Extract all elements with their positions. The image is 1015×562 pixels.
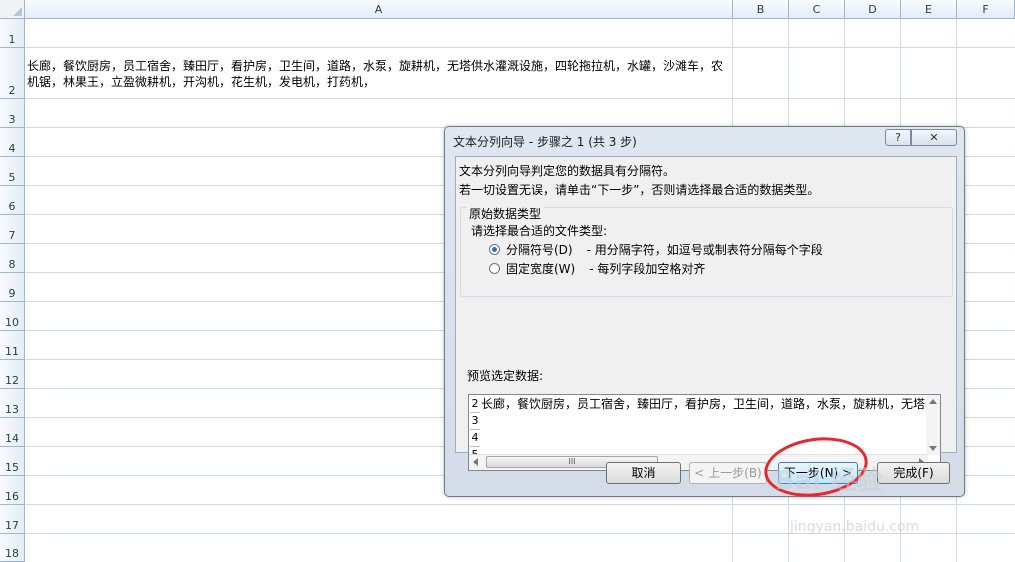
scroll-up-icon[interactable] xyxy=(929,399,937,404)
cancel-button[interactable]: 取消 xyxy=(606,462,681,484)
baidu-watermark-url: jingyan.baidu.com xyxy=(790,519,920,535)
description-line-1: 文本分列向导判定您的数据具有分隔符。 xyxy=(459,164,676,178)
column-header-f[interactable]: F xyxy=(957,0,1015,19)
grid-line xyxy=(25,504,1015,505)
preview-row-number: 3 xyxy=(470,413,480,430)
baidu-watermark-logo: Bai 经验 xyxy=(775,466,883,496)
row-header-17[interactable]: 17 xyxy=(0,505,25,534)
data-type-group: 原始数据类型 请选择最合适的文件类型: 分隔符号(D) - 用分隔字符，如逗号或… xyxy=(460,205,953,297)
row-header-2[interactable]: 2 xyxy=(0,48,25,99)
preview-text: 长廊，餐饮厨房，员工宿舍，臻田厅，看护房，卫生间，道路，水泵，旋耕机，无塔 xyxy=(481,397,926,411)
radio-selected-icon[interactable] xyxy=(489,243,500,255)
scroll-left-icon[interactable] xyxy=(473,458,478,466)
option-delimited-label: 分隔符号(D) xyxy=(506,242,573,257)
dialog-title: 文本分列向导 - 步骤之 1 (共 3 步) xyxy=(453,135,637,149)
row-header-1[interactable]: 1 xyxy=(0,19,25,48)
finish-button[interactable]: 完成(F) xyxy=(877,462,950,484)
preview-row-number: 2 xyxy=(470,396,480,413)
row-header-4[interactable]: 4 xyxy=(0,128,25,157)
row-header-15[interactable]: 15 xyxy=(0,447,25,476)
column-header-d[interactable]: D xyxy=(845,0,901,19)
back-button[interactable]: < 上一步(B) xyxy=(689,462,767,484)
row-header-11[interactable]: 11 xyxy=(0,331,25,360)
row-header-12[interactable]: 12 xyxy=(0,360,25,389)
text-to-columns-dialog: 文本分列向导 - 步骤之 1 (共 3 步) ? ✕ 文本分列向导判定您的数据具… xyxy=(444,126,965,497)
column-header-c[interactable]: C xyxy=(789,0,845,19)
vertical-scrollbar[interactable] xyxy=(926,395,940,455)
scroll-down-icon[interactable] xyxy=(929,446,937,451)
group-subtitle: 请选择最合适的文件类型: xyxy=(471,224,608,238)
column-header-e[interactable]: E xyxy=(901,0,957,19)
option-delimited-description: - 用分隔字符，如逗号或制表符分隔每个字段 xyxy=(586,242,823,257)
option-delimited[interactable]: 分隔符号(D) - 用分隔字符，如逗号或制表符分隔每个字段 xyxy=(489,241,823,257)
row-header-18[interactable]: 18 xyxy=(0,534,25,562)
row-header-7[interactable]: 7 xyxy=(0,215,25,244)
radio-unselected-icon[interactable] xyxy=(489,262,500,274)
dialog-body: 文本分列向导判定您的数据具有分隔符。 若一切设置无误，请单击“下一步”，否则请选… xyxy=(455,156,957,471)
preview-label: 预览选定数据: xyxy=(467,369,544,383)
option-fixed-width-label: 固定宽度(W) xyxy=(506,261,576,276)
group-title: 原始数据类型 xyxy=(466,205,545,222)
option-fixed-width[interactable]: 固定宽度(W) - 每列字段加空格对齐 xyxy=(489,260,705,276)
row-header-14[interactable]: 14 xyxy=(0,418,25,447)
grid-line xyxy=(25,98,1015,99)
description-line-2: 若一切设置无误，请单击“下一步”，否则请选择最合适的数据类型。 xyxy=(459,183,820,197)
row-header-10[interactable]: 10 xyxy=(0,302,25,331)
close-button[interactable]: ✕ xyxy=(911,129,957,146)
row-header-8[interactable]: 8 xyxy=(0,244,25,273)
column-header-a[interactable]: A xyxy=(25,0,733,19)
grid-line xyxy=(25,47,1015,48)
row-header-5[interactable]: 5 xyxy=(0,157,25,186)
row-header-3[interactable]: 3 xyxy=(0,99,25,128)
row-header-13[interactable]: 13 xyxy=(0,389,25,418)
row-header-16[interactable]: 16 xyxy=(0,476,25,505)
preview-row-number: 4 xyxy=(470,430,480,447)
column-header-b[interactable]: B xyxy=(733,0,789,19)
row-header-9[interactable]: 9 xyxy=(0,273,25,302)
cell-a2[interactable]: 长廊，餐饮厨房，员工宿舍，臻田厅，看护房，卫生间，道路，水泵，旋耕机，无塔供水灌… xyxy=(27,58,727,90)
option-fixed-width-description: - 每列字段加空格对齐 xyxy=(589,261,706,276)
help-button[interactable]: ? xyxy=(885,129,911,146)
row-header-6[interactable]: 6 xyxy=(0,186,25,215)
select-all-corner[interactable] xyxy=(0,0,25,19)
